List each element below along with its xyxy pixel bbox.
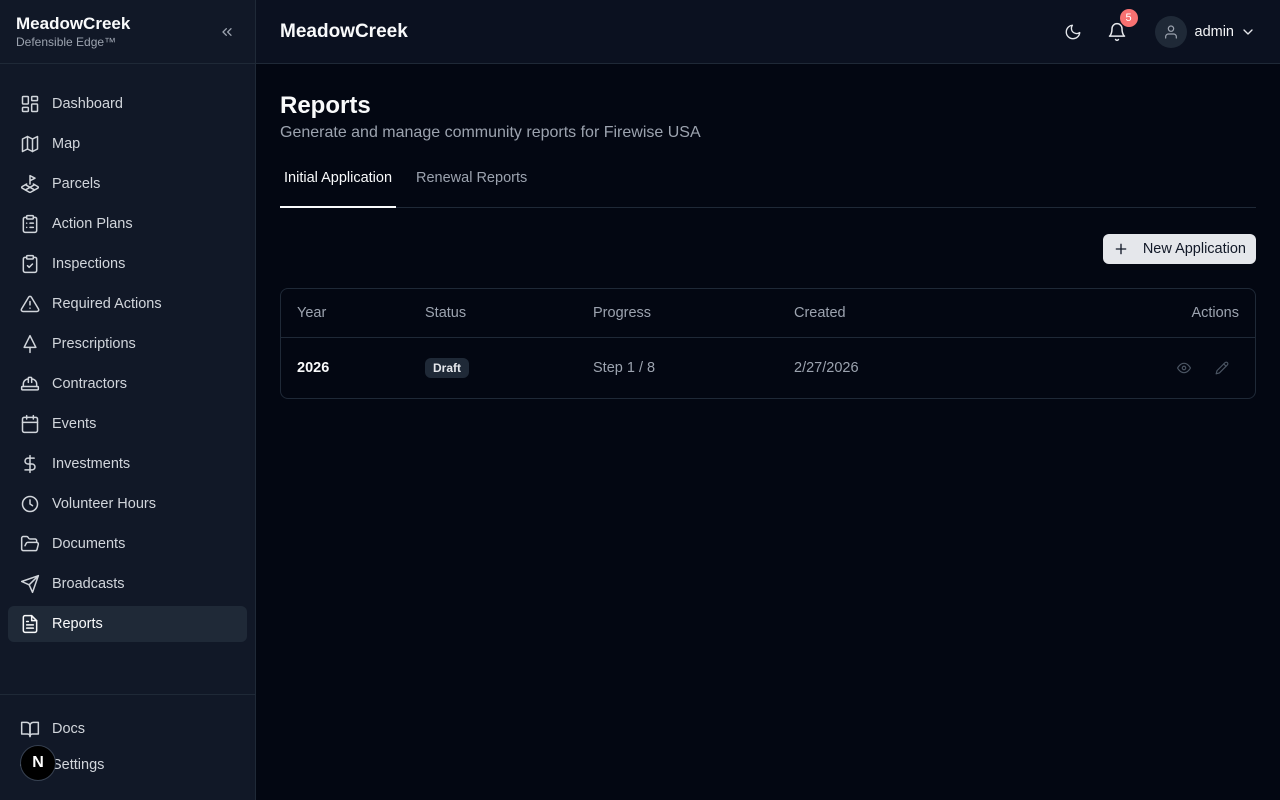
sidebar-item-label: Volunteer Hours (52, 496, 156, 512)
tab-initial-application[interactable]: Initial Application (280, 166, 397, 208)
hard-hat-icon (20, 374, 40, 394)
sidebar-item-action-plans[interactable]: Action Plans (8, 206, 247, 242)
notifications-button[interactable]: 5 (1101, 8, 1138, 48)
sidebar-item-reports[interactable]: Reports (8, 606, 247, 642)
sidebar-item-label: Investments (52, 456, 131, 472)
cell-created: 2/27/2026 (794, 360, 859, 376)
page-subtitle: Generate and manage community reports fo… (280, 124, 701, 141)
sidebar-item-required-actions[interactable]: Required Actions (8, 286, 247, 322)
brand-header: MeadowCreek Defensible Edge™ (0, 0, 255, 64)
dollar-icon (20, 454, 40, 474)
sidebar-item-label: Reports (52, 616, 103, 632)
chevron-down-icon (1240, 24, 1256, 40)
clock-icon (20, 494, 40, 514)
sidebar-item-events[interactable]: Events (8, 406, 247, 442)
plus-icon (1113, 241, 1129, 257)
cell-status: Draft (425, 358, 593, 378)
sidebar-item-label: Broadcasts (52, 576, 125, 592)
sidebar-item-label: Documents (52, 536, 126, 552)
sidebar-item-label: Parcels (52, 176, 101, 192)
land-plot-icon (20, 174, 40, 194)
page-content: Reports Generate and manage community re… (256, 64, 1280, 423)
send-icon (20, 574, 40, 594)
sidebar-item-label: Inspections (52, 256, 126, 272)
pencil-icon (1215, 361, 1229, 375)
sidebar-item-label: Required Actions (52, 296, 162, 312)
topbar-title: MeadowCreek (280, 20, 408, 42)
actions-row: New Application (280, 234, 1256, 264)
sidebar-item-investments[interactable]: Investments (8, 446, 247, 482)
sidebar-item-dashboard[interactable]: Dashboard (8, 86, 247, 122)
collapse-sidebar-button[interactable] (215, 20, 239, 44)
sidebar-item-prescriptions[interactable]: Prescriptions (8, 326, 247, 362)
moon-icon (1065, 24, 1080, 39)
table-row: 2026 Draft Step 1 / 8 2/27/2026 (281, 338, 1255, 398)
sidebar-item-label: Action Plans (52, 216, 133, 232)
cell-actions (1054, 361, 1255, 375)
sidebar-item-parcels[interactable]: Parcels (8, 166, 247, 202)
user-icon (1164, 24, 1177, 39)
notification-count-badge: 5 (1119, 8, 1138, 27)
sidebar: MeadowCreek Defensible Edge™ Dashboard M… (0, 0, 256, 800)
topbar: MeadowCreek 5 admin (256, 0, 1280, 64)
page-title: Reports (280, 92, 371, 119)
dev-tools-badge[interactable]: N (20, 745, 56, 781)
sidebar-item-label: Contractors (52, 376, 127, 392)
cell-year: 2026 (297, 360, 330, 376)
edit-button[interactable] (1215, 361, 1229, 375)
column-header-status: Status (425, 305, 467, 321)
brand-block: MeadowCreek Defensible Edge™ (16, 14, 130, 50)
brand-subtitle: Defensible Edge™ (16, 34, 117, 49)
column-header-progress: Progress (593, 305, 652, 321)
new-application-button[interactable]: New Application (1102, 234, 1256, 264)
row-actions (1177, 361, 1239, 375)
column-header-actions: Actions (1191, 305, 1239, 321)
user-name: admin (1194, 23, 1235, 40)
brand-name: MeadowCreek (16, 13, 131, 33)
report-tabs: Initial Application Renewal Reports (280, 166, 1256, 208)
table-header: Year Status Progress Created Actions (281, 289, 1255, 338)
sidebar-item-map[interactable]: Map (8, 126, 247, 162)
sidebar-item-inspections[interactable]: Inspections (8, 246, 247, 282)
sidebar-item-label: Map (52, 136, 81, 152)
clipboard-check-icon (20, 254, 40, 274)
calendar-icon (20, 414, 40, 434)
sidebar-item-label: Dashboard (52, 96, 123, 112)
topbar-actions: 5 admin (1057, 8, 1257, 48)
column-header-year: Year (297, 305, 327, 321)
sidebar-nav: Dashboard Map Parcels Action Plans Inspe… (0, 64, 255, 694)
main-area: MeadowCreek 5 admin Reports Generate and… (256, 0, 1280, 800)
sidebar-item-label: Events (52, 416, 97, 432)
view-button[interactable] (1177, 361, 1191, 375)
sidebar-item-volunteer-hours[interactable]: Volunteer Hours (8, 486, 247, 522)
map-icon (20, 134, 40, 154)
column-header-created: Created (794, 305, 846, 321)
clipboard-list-icon (20, 214, 40, 234)
sidebar-item-documents[interactable]: Documents (8, 526, 247, 562)
avatar (1154, 15, 1187, 48)
sidebar-item-label: Prescriptions (52, 336, 136, 352)
theme-toggle-button[interactable] (1057, 16, 1089, 48)
cell-progress: Step 1 / 8 (593, 360, 656, 376)
new-application-label: New Application (1142, 241, 1246, 257)
eye-icon (1177, 362, 1191, 374)
folder-open-icon (20, 534, 40, 554)
sidebar-item-docs[interactable]: Docs (8, 711, 247, 747)
applications-table: Year Status Progress Created Actions 202… (280, 288, 1256, 399)
sidebar-item-broadcasts[interactable]: Broadcasts (8, 566, 247, 602)
app-root: MeadowCreek Defensible Edge™ Dashboard M… (0, 0, 1280, 800)
sidebar-item-label: Settings (52, 757, 105, 773)
user-menu[interactable]: admin (1154, 15, 1257, 48)
tab-renewal-reports[interactable]: Renewal Reports (412, 166, 531, 207)
sidebar-item-label: Docs (52, 721, 86, 737)
status-badge: Draft (425, 358, 470, 378)
alert-triangle-icon (20, 294, 40, 314)
layout-dashboard-icon (20, 94, 40, 114)
chevrons-left-icon (222, 27, 232, 36)
file-text-icon (20, 614, 40, 634)
tree-icon (20, 334, 40, 354)
sidebar-item-contractors[interactable]: Contractors (8, 366, 247, 402)
book-open-icon (20, 719, 40, 739)
